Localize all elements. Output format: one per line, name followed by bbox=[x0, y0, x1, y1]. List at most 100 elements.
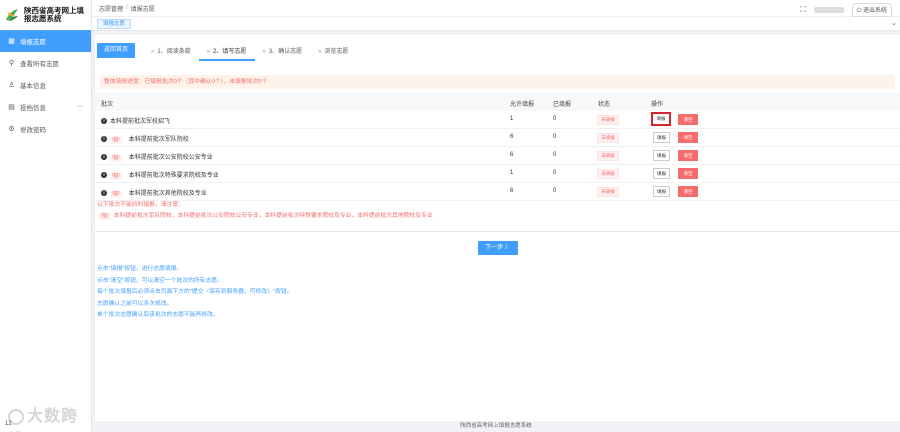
table-row: ! !提! 本科提前批次其他院校及专业 6 0 未填报 填报 清空 bbox=[95, 183, 900, 201]
sidebar-item-info[interactable]: ♙ 基本信息 bbox=[0, 74, 91, 96]
sidebar-item-all[interactable]: ⚲ 查看所有志愿 bbox=[0, 52, 91, 74]
filled-cell: 0 bbox=[553, 188, 557, 194]
tip-line: 志愿确认之前可以多次修改。 bbox=[97, 300, 173, 307]
user-name bbox=[813, 7, 844, 13]
batch-name-cell: ! !提! 本科提前批次公安院校公安专业 bbox=[101, 152, 213, 162]
sidebar-item-password[interactable]: ⚙ 修改密码 bbox=[0, 118, 91, 140]
warn-tag: !提! bbox=[110, 191, 122, 198]
step-browse[interactable]: » 浏览志愿 bbox=[318, 46, 348, 55]
step-confirm[interactable]: » 3、确认志愿 bbox=[262, 46, 302, 55]
gear-icon: ⚙ bbox=[8, 126, 15, 133]
search-icon: ⚲ bbox=[8, 60, 15, 67]
fill-button[interactable]: 填报 bbox=[653, 132, 670, 143]
info-icon: ! bbox=[101, 118, 107, 125]
batch-name-cell: ! 本科提前批次军校招飞 bbox=[101, 116, 170, 125]
logout-button[interactable]: ⏻ 退出系统 bbox=[851, 3, 892, 17]
clear-button[interactable]: 清空 bbox=[678, 150, 698, 161]
header-batch: 批次 bbox=[101, 102, 114, 108]
sidebar-item-label: 投档信息 bbox=[20, 105, 46, 112]
side-number: 12 bbox=[5, 421, 12, 427]
filled-cell: 0 bbox=[553, 170, 557, 176]
double-chevron-icon: » bbox=[151, 48, 155, 55]
watermark: 大数跨境 bbox=[8, 402, 91, 432]
chevron-down-icon[interactable]: ⌄ bbox=[891, 19, 897, 27]
status-badge: 未填报 bbox=[597, 187, 619, 197]
header-filled: 已填报 bbox=[553, 102, 572, 108]
sidebar-item-label: 基本信息 bbox=[20, 83, 46, 90]
header-action: 操作 bbox=[651, 102, 664, 108]
status-badge: 未填报 bbox=[597, 151, 619, 161]
app-logo: 陕西省高考网上填报志愿系统 bbox=[0, 0, 91, 30]
table-header: 批次 允许填报 已填报 状态 操作 bbox=[95, 93, 900, 111]
batch-name-cell: ! !提! 本科提前批次特殊要求院校及专业 bbox=[101, 170, 219, 180]
breadcrumb-root[interactable]: 志愿管理 bbox=[99, 4, 123, 13]
info-icon: ! bbox=[101, 136, 107, 143]
tag-fill[interactable]: 填报志愿 bbox=[97, 19, 132, 29]
status-badge: 未填报 bbox=[597, 169, 619, 179]
clear-button[interactable]: 清空 bbox=[678, 186, 698, 197]
header-allowed: 允许填报 bbox=[510, 102, 535, 108]
warn-tag: !提! bbox=[99, 213, 111, 220]
warn-tag: !提! bbox=[110, 137, 122, 144]
sidebar-item-admission[interactable]: ▤ 投档信息 ﹀ bbox=[0, 96, 91, 118]
tip-line: 单个批次志愿确认后该批次的志愿不能再修改。 bbox=[97, 312, 219, 318]
sidebar-item-label: 查看所有志愿 bbox=[20, 61, 59, 68]
divider bbox=[95, 231, 900, 232]
breadcrumb-current: 填报志愿 bbox=[130, 6, 155, 13]
filled-cell: 0 bbox=[553, 152, 557, 158]
tip-line: 每个批次填报后必须点击页面下方的"提交（保存到服务器，可修改）"按钮。 bbox=[97, 289, 293, 295]
fill-button[interactable]: 填报 bbox=[651, 112, 671, 126]
back-home-button[interactable]: 返回首页 bbox=[97, 42, 136, 58]
allowed-cell: 1 bbox=[510, 116, 514, 122]
grid-icon: ▦ bbox=[8, 38, 15, 45]
tip-line: 点击"填报"按钮，进行志愿填报。 bbox=[97, 266, 183, 272]
footer: 陕西省高考网上填报志愿系统 bbox=[92, 421, 900, 432]
app-title: 陕西省高考网上填报志愿系统 bbox=[24, 6, 84, 23]
info-icon: ! bbox=[101, 154, 107, 161]
status-badge: 未填报 bbox=[597, 115, 619, 125]
fill-button[interactable]: 填报 bbox=[653, 168, 670, 179]
double-chevron-icon: » bbox=[318, 48, 322, 55]
sidebar-item-label: 填报志愿 bbox=[20, 39, 46, 46]
chevron-down-icon: ﹀ bbox=[76, 105, 83, 112]
table-row: ! !提! 本科提前批次军队院校 6 0 未填报 填报 清空 bbox=[95, 129, 900, 147]
double-chevron-icon: » bbox=[206, 48, 211, 55]
topbar: 志愿管理 / 填报志愿 ⛶ ⏻ 退出系统 bbox=[92, 0, 900, 17]
sidebar: 陕西省高考网上填报志愿系统 ▦ 填报志愿 ⚲ 查看所有志愿 ♙ 基本信息 ▤ 投… bbox=[0, 0, 92, 432]
allowed-cell: 1 bbox=[510, 170, 514, 176]
next-step-button[interactable]: 下一步 〉 bbox=[478, 241, 518, 255]
exclusive-batches-title: 以下批次不能同时填报，请注意： bbox=[97, 202, 184, 208]
clear-button[interactable]: 清空 bbox=[678, 114, 698, 125]
table-row: ! !提! 本科提前批次公安院校公安专业 6 0 未填报 填报 清空 bbox=[95, 147, 900, 165]
header-status: 状态 bbox=[598, 102, 611, 108]
help-tips: 点击"填报"按钮，进行志愿填报。 点击"清空"按钮，可以清空一个批次的所有志愿。… bbox=[97, 264, 292, 322]
info-icon: ! bbox=[101, 172, 107, 179]
table-row: ! !提! 本科提前批次特殊要求院校及专业 1 0 未填报 填报 清空 bbox=[95, 165, 900, 183]
filled-cell: 0 bbox=[553, 134, 557, 140]
step-read[interactable]: » 1、阅读条款 bbox=[151, 46, 191, 55]
progress-summary: 整体填报进度：已填报批次0个（其中确认0个），未填报批次5个 bbox=[100, 75, 895, 89]
step-fill[interactable]: » 2、填写志愿 bbox=[207, 46, 247, 55]
exclusive-batches-list: !提! 本科提前批次军队院校，本科提前批次公安院校公安专业，本科提前批次特殊要求院… bbox=[99, 213, 433, 220]
warn-tag: !提! bbox=[110, 155, 122, 162]
sidebar-item-label: 修改密码 bbox=[20, 127, 46, 134]
allowed-cell: 6 bbox=[510, 188, 514, 194]
fill-button[interactable]: 填报 bbox=[653, 186, 670, 197]
sidebar-item-fill[interactable]: ▦ 填报志愿 bbox=[0, 30, 91, 52]
clear-button[interactable]: 清空 bbox=[678, 132, 698, 143]
status-badge: 未填报 bbox=[597, 133, 619, 143]
batch-name-cell: ! !提! 本科提前批次军队院校 bbox=[101, 134, 189, 144]
table-row: ! 本科提前批次军校招飞 1 0 未填报 填报 清空 bbox=[95, 111, 900, 129]
warn-tag: !提! bbox=[110, 173, 122, 180]
allowed-cell: 6 bbox=[510, 134, 514, 140]
active-step-indicator bbox=[199, 59, 255, 61]
logo-icon bbox=[4, 7, 20, 23]
steps-bar: 返回首页 » 1、阅读条款 » 2、填写志愿 » 3、确认志愿 » 浏览志愿 bbox=[95, 42, 348, 58]
clear-button[interactable]: 清空 bbox=[678, 168, 698, 179]
double-chevron-icon: » bbox=[262, 48, 266, 55]
breadcrumb-separator: / bbox=[126, 5, 128, 11]
tip-line: 点击"清空"按钮，可以清空一个批次的所有志愿。 bbox=[97, 277, 223, 284]
fill-button[interactable]: 填报 bbox=[653, 150, 670, 161]
fullscreen-icon[interactable]: ⛶ bbox=[800, 5, 806, 15]
document-icon: ▤ bbox=[8, 104, 15, 111]
